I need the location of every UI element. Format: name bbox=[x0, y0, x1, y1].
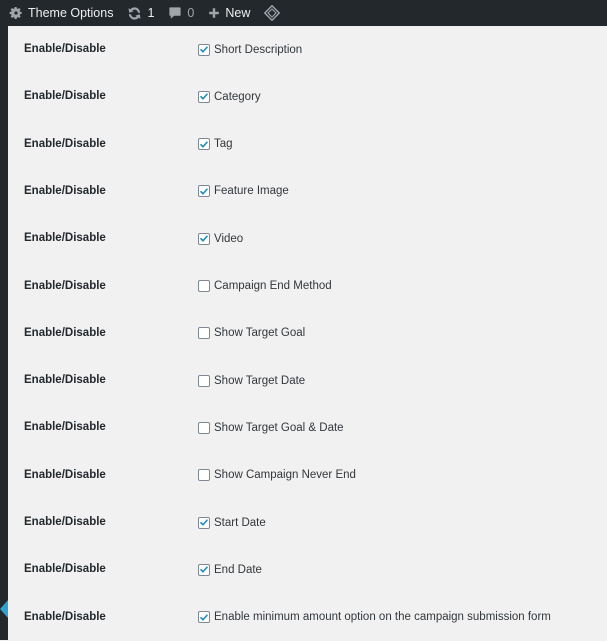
option-row-label: Enable/Disable bbox=[24, 610, 106, 623]
checkmark-icon bbox=[200, 614, 208, 621]
option-row: Enable/Disable Enable minimum amount opti… bbox=[8, 594, 607, 641]
checkmark-icon bbox=[200, 46, 208, 53]
updates-link[interactable]: 1 bbox=[120, 0, 161, 26]
checkmark-icon bbox=[200, 235, 208, 242]
option-row-label: Enable/Disable bbox=[24, 421, 106, 434]
option-row: Enable/Disable Short Description bbox=[8, 26, 607, 73]
checkbox-unchecked[interactable] bbox=[198, 421, 210, 434]
option-label[interactable]: Show Target Goal & Date bbox=[214, 422, 344, 434]
option-row-label: Enable/Disable bbox=[24, 279, 106, 292]
new-content-menu[interactable]: New bbox=[201, 0, 257, 26]
checkmark-icon bbox=[200, 141, 208, 148]
option-row-label: Enable/Disable bbox=[24, 468, 106, 481]
comments-link[interactable]: 0 bbox=[161, 0, 201, 26]
option-row: Enable/Disable Video bbox=[8, 215, 607, 262]
checkbox-checked[interactable] bbox=[198, 185, 210, 198]
plugin-diamond-menu[interactable] bbox=[257, 0, 292, 26]
option-row-label: Enable/Disable bbox=[24, 232, 106, 245]
checkbox-checked[interactable] bbox=[198, 563, 210, 576]
admin-bar: Theme Options 1 0 New bbox=[0, 0, 607, 26]
diamond-logo-icon bbox=[264, 5, 281, 21]
checkmark-icon bbox=[200, 519, 208, 526]
option-row-label: Enable/Disable bbox=[24, 90, 106, 103]
checkbox-checked[interactable] bbox=[198, 611, 210, 624]
option-label[interactable]: Show Target Date bbox=[214, 375, 305, 387]
new-label: New bbox=[225, 6, 251, 20]
current-menu-arrow-icon bbox=[0, 600, 8, 618]
option-row: Enable/Disable Show Target Goal bbox=[8, 310, 607, 357]
option-label[interactable]: Tag bbox=[214, 138, 233, 150]
option-row-label: Enable/Disable bbox=[24, 137, 106, 150]
option-row: Enable/Disable Category bbox=[8, 73, 607, 120]
checkbox-unchecked[interactable] bbox=[198, 374, 210, 387]
option-row: Enable/Disable Show Campaign Never End bbox=[8, 452, 607, 499]
option-row-label: Enable/Disable bbox=[24, 184, 106, 197]
option-row: Enable/Disable Show Target Date bbox=[8, 357, 607, 404]
checkbox-checked[interactable] bbox=[198, 90, 210, 103]
option-checkbox-field[interactable]: Show Target Goal & Date bbox=[198, 404, 344, 451]
option-checkbox-field[interactable]: Start Date bbox=[198, 499, 266, 546]
option-row-label: Enable/Disable bbox=[24, 326, 106, 339]
option-row-label: Enable/Disable bbox=[24, 563, 106, 576]
checkmark-icon bbox=[200, 188, 208, 195]
option-checkbox-field[interactable]: Short Description bbox=[198, 26, 302, 73]
plus-icon bbox=[208, 7, 220, 19]
option-checkbox-field[interactable]: Show Campaign Never End bbox=[198, 452, 356, 499]
option-checkbox-field[interactable]: Campaign End Method bbox=[198, 263, 332, 310]
option-row: Enable/Disable Tag bbox=[8, 121, 607, 168]
checkbox-checked[interactable] bbox=[198, 138, 210, 151]
option-row-label: Enable/Disable bbox=[24, 43, 106, 55]
option-checkbox-field[interactable]: Tag bbox=[198, 121, 233, 168]
option-checkbox-field[interactable]: Video bbox=[198, 215, 243, 262]
option-row: Enable/Disable Feature Image bbox=[8, 168, 607, 215]
option-label[interactable]: Start Date bbox=[214, 517, 266, 529]
option-checkbox-field[interactable]: End Date bbox=[198, 546, 262, 593]
updates-count: 1 bbox=[147, 6, 155, 20]
option-row: Enable/Disable Campaign End Method bbox=[8, 263, 607, 310]
option-row: Enable/Disable Show Target Goal & Date bbox=[8, 404, 607, 451]
option-label[interactable]: Video bbox=[214, 233, 243, 245]
option-label[interactable]: Enable minimum amount option on the camp… bbox=[214, 611, 551, 623]
site-menu[interactable]: Theme Options bbox=[0, 0, 120, 26]
option-label[interactable]: Category bbox=[214, 91, 261, 103]
gear-icon bbox=[9, 6, 23, 20]
option-label[interactable]: Show Campaign Never End bbox=[214, 469, 356, 481]
option-checkbox-field[interactable]: Feature Image bbox=[198, 168, 289, 215]
updates-icon bbox=[127, 6, 142, 21]
checkbox-unchecked[interactable] bbox=[198, 469, 210, 482]
checkbox-unchecked[interactable] bbox=[198, 280, 210, 292]
site-title: Theme Options bbox=[28, 6, 114, 20]
admin-menu-strip bbox=[0, 26, 8, 640]
option-checkbox-field[interactable]: Enable minimum amount option on the camp… bbox=[198, 594, 551, 641]
option-label[interactable]: Feature Image bbox=[214, 185, 289, 197]
option-label[interactable]: Campaign End Method bbox=[214, 280, 332, 292]
checkbox-checked[interactable] bbox=[198, 516, 210, 529]
option-row-label: Enable/Disable bbox=[24, 516, 106, 528]
option-row: Enable/Disable End Date bbox=[8, 546, 607, 593]
theme-options-panel: Enable/Disable Short Description Enable/Di… bbox=[8, 26, 607, 640]
comment-bubble-icon bbox=[168, 6, 182, 20]
checkbox-unchecked[interactable] bbox=[198, 327, 210, 340]
option-row: Enable/Disable Start Date bbox=[8, 499, 607, 546]
checkmark-icon bbox=[200, 566, 208, 573]
checkbox-checked[interactable] bbox=[198, 232, 210, 245]
option-row-label: Enable/Disable bbox=[24, 374, 106, 387]
option-checkbox-field[interactable]: Show Target Date bbox=[198, 357, 305, 404]
option-label[interactable]: Show Target Goal bbox=[214, 327, 305, 339]
comments-count: 0 bbox=[187, 6, 195, 20]
option-checkbox-field[interactable]: Show Target Goal bbox=[198, 310, 305, 357]
option-checkbox-field[interactable]: Category bbox=[198, 73, 261, 120]
option-label[interactable]: End Date bbox=[214, 564, 262, 576]
option-label[interactable]: Short Description bbox=[214, 44, 302, 56]
checkbox-checked[interactable] bbox=[198, 43, 210, 56]
checkmark-icon bbox=[200, 93, 208, 100]
